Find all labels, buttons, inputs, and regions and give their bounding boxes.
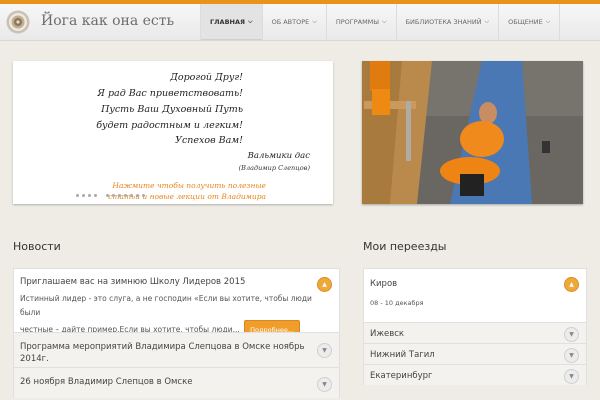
nav-label: ОБ АВТОРЕ [271, 18, 310, 26]
move-city[interactable]: Нижний Тагил [364, 344, 586, 360]
welcome-line: Пусть Ваш Духовный Путь [101, 104, 243, 115]
nav-item-library[interactable]: БИБЛИОТЕКА ЗНАНИЙ ⌵ [395, 4, 499, 40]
chevron-down-icon[interactable]: ▼ [564, 327, 579, 342]
slider-dot[interactable] [130, 194, 133, 197]
chevron-down-icon[interactable]: ▼ [317, 377, 332, 392]
slider-dot[interactable] [82, 194, 85, 197]
welcome-line: Дорогой Друг! [170, 72, 243, 83]
move-city[interactable]: Екатеринбург [364, 365, 586, 381]
welcome-line: Я рад Вас приветствовать! [97, 88, 243, 99]
site-title[interactable]: Йога как она есть [41, 13, 174, 29]
welcome-card: Дорогой Друг! Я рад Вас приветствовать! … [13, 61, 333, 204]
nav-label: ГЛАВНАЯ [210, 18, 246, 26]
slider-dot[interactable] [94, 194, 97, 197]
nav-label: ОБЩЕНИЕ [508, 18, 543, 26]
move-city[interactable]: Киров [364, 269, 586, 289]
news-item-title-cont[interactable]: 2014г. [14, 352, 339, 364]
chevron-up-icon[interactable]: ▲ [564, 277, 579, 292]
slider-dot[interactable] [76, 194, 79, 197]
news-heading: Новости [13, 240, 61, 253]
slider-dot[interactable] [88, 194, 91, 197]
chevron-down-icon[interactable]: ▼ [564, 348, 579, 363]
slide-photo [362, 61, 583, 204]
nav-item-home[interactable]: ГЛАВНАЯ ⌵ [200, 4, 262, 40]
chevron-down-icon[interactable]: ▼ [564, 369, 579, 384]
news-item-title[interactable]: 26 ноября Владимир Слепцов в Омске [14, 368, 339, 387]
slider-dot[interactable] [124, 194, 127, 197]
welcome-line: Успехов Вам! [175, 135, 243, 146]
news-item[interactable]: Программа мероприятий Владимира Слепцова… [13, 332, 340, 367]
nav-item-programs[interactable]: ПРОГРАММЫ ⌵ [325, 4, 396, 40]
subscribe-link[interactable]: Нажмите чтобы получить полезные [13, 181, 266, 190]
main-nav: ГЛАВНАЯ ⌵ ОБ АВТОРЕ ⌵ ПРОГРАММЫ ⌵ БИБЛИОТЕК… [200, 4, 561, 40]
chevron-down-icon[interactable]: ▼ [317, 343, 332, 358]
site-header: Йога как она есть ГЛАВНАЯ ⌵ ОБ АВТОРЕ ⌵ ПР… [0, 4, 600, 41]
slider-dot[interactable] [142, 194, 145, 197]
slider-dot[interactable] [100, 194, 103, 197]
move-dates: 08 - 10 декабря [370, 299, 424, 307]
nav-label: ПРОГРАММЫ [335, 18, 380, 26]
photo-slider[interactable] [362, 61, 583, 204]
move-item[interactable]: Ижевск ▼ [363, 322, 587, 343]
chevron-down-icon: ⌵ [382, 18, 387, 25]
welcome-line: будет радостным и легким! [96, 120, 243, 131]
nav-label: БИБЛИОТЕКА ЗНАНИЙ [405, 18, 482, 26]
move-city[interactable]: Ижевск [364, 323, 586, 339]
move-item[interactable]: Екатеринбург ▼ [363, 364, 587, 385]
nav-item-about[interactable]: ОБ АВТОРЕ ⌵ [261, 4, 326, 40]
move-item[interactable]: Нижний Тагил ▼ [363, 343, 587, 364]
chevron-down-icon: ⌵ [312, 18, 317, 25]
slider-dot[interactable] [106, 194, 109, 197]
moves-list: Киров ▲ 08 - 10 декабря Ижевск ▼ Нижний … [363, 268, 587, 385]
slider-dot[interactable] [118, 194, 121, 197]
logo-icon[interactable] [6, 10, 30, 34]
slider-dot[interactable] [112, 194, 115, 197]
news-item[interactable]: 26 ноября Владимир Слепцов в Омске ▼ [13, 367, 340, 398]
nav-item-community[interactable]: ОБЩЕНИЕ ⌵ [498, 4, 561, 40]
signature: Вальмики дас [247, 151, 310, 161]
news-list: Приглашаем вас на зимнюю Школу Лидеров 2… [13, 268, 340, 398]
news-item-text: Истинный лидер - это слуга, а не господи… [20, 294, 312, 317]
chevron-up-icon[interactable]: ▲ [317, 277, 332, 292]
slider-dot[interactable] [136, 194, 139, 197]
slider-pagination [0, 194, 221, 197]
chevron-down-icon: ⌵ [248, 18, 253, 25]
chevron-down-icon: ⌵ [484, 18, 490, 25]
signature-sub: (Владимир Слепцов) [238, 164, 310, 172]
chevron-down-icon: ⌵ [545, 18, 551, 25]
news-item[interactable]: Приглашаем вас на зимнюю Школу Лидеров 2… [13, 268, 340, 340]
move-item[interactable]: Киров ▲ 08 - 10 декабря [363, 268, 587, 322]
news-item-title[interactable]: Программа мероприятий Владимира Слепцова… [14, 333, 339, 352]
moves-heading: Мои переезды [363, 240, 447, 253]
news-item-title[interactable]: Приглашаем вас на зимнюю Школу Лидеров 2… [14, 269, 339, 287]
